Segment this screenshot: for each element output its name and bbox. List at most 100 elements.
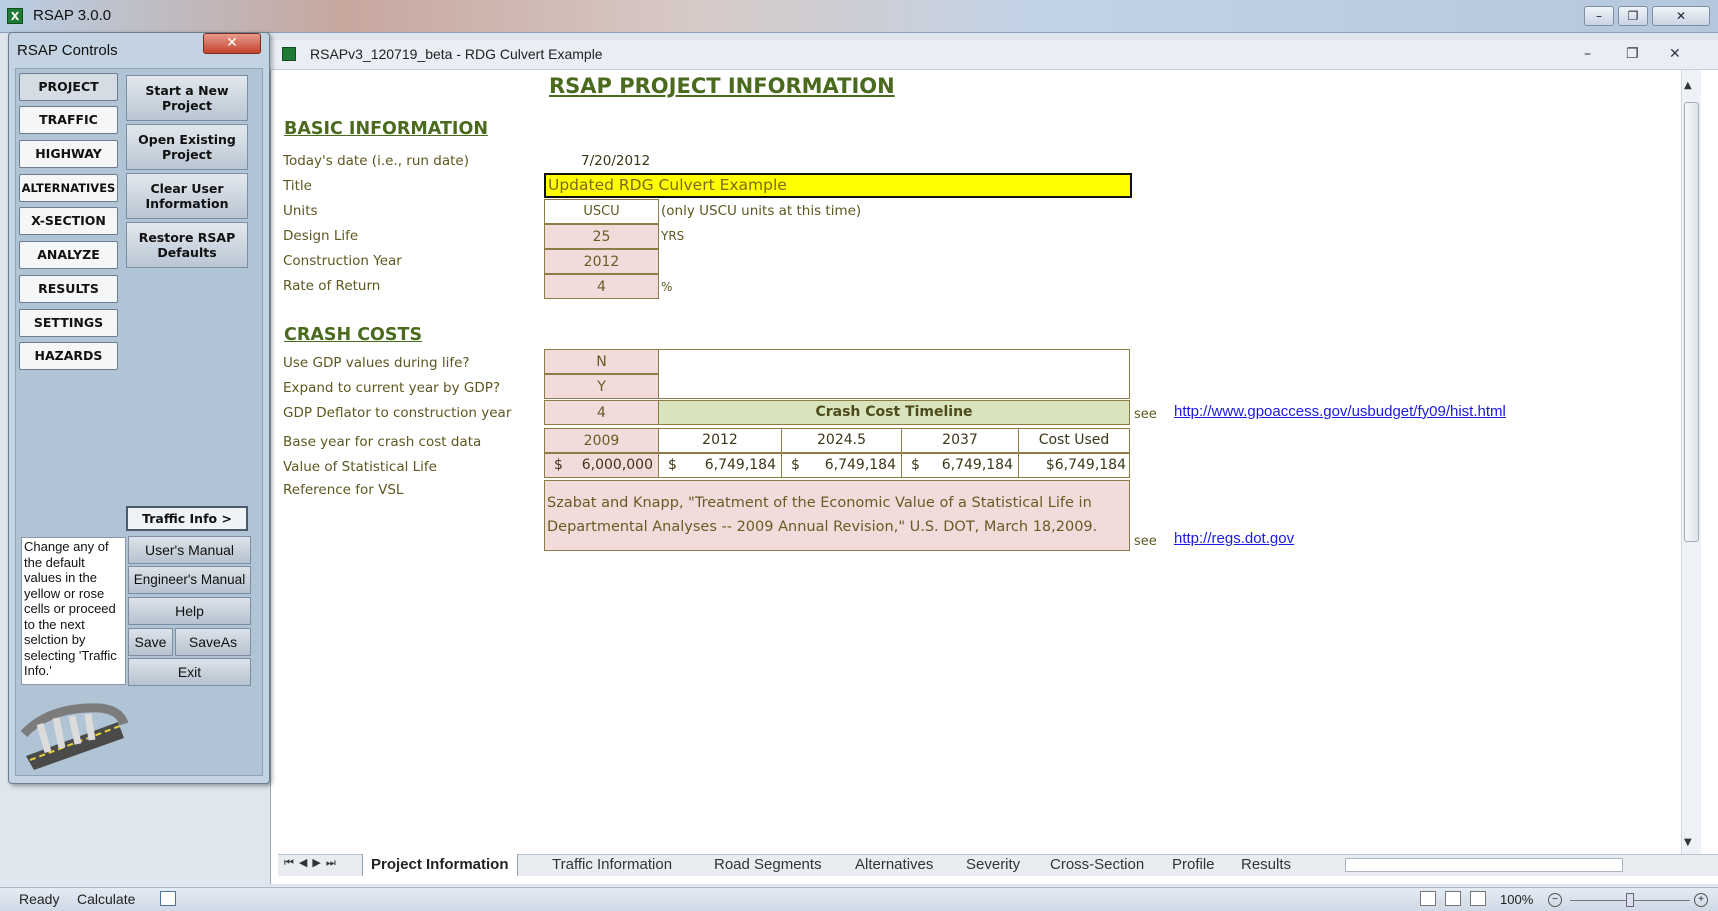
tab-navigation-icons[interactable]: ⏮◀▶⏭ [284,856,341,870]
engineers-manual-button[interactable]: Engineer's Manual [128,566,251,594]
users-manual-button[interactable]: User's Manual [128,536,251,564]
traffic-info-button[interactable]: Traffic Info > [126,506,248,531]
vsl-reference-input[interactable]: Szabat and Knapp, "Treatment of the Econ… [544,480,1130,551]
zoom-level[interactable]: 100% [1500,892,1533,907]
start-new-project-button[interactable]: Start a New Project [126,75,248,121]
workbook-restore-button[interactable]: ❐ [1626,46,1639,62]
vsl-2037-value: 6,749,184 [941,457,1013,473]
tab-results[interactable]: Results [1241,854,1291,876]
workbook-title: RSAPv3_120719_beta - RDG Culvert Example [310,46,603,62]
vsl-2024-cell: $ 6,749,184 [781,453,902,478]
see-label-2: see [1134,534,1157,549]
expand-gdp-label: Expand to current year by GDP? [283,380,501,396]
status-bar: Ready Calculate 100% − + [0,887,1718,911]
design-life-label: Design Life [283,228,359,244]
app-title: RSAP 3.0.0 [33,7,112,24]
blank-box [658,349,1130,399]
date-label: Today's date (i.e., run date) [283,153,469,169]
tab-traffic-information[interactable]: Traffic Information [552,854,672,876]
nav-project[interactable]: PROJECT [19,73,118,101]
year-2012-header: 2012 [658,428,782,453]
gpoaccess-link[interactable]: http://www.gpoaccess.gov/usbudget/fy09/h… [1174,403,1506,420]
tab-project-information[interactable]: Project Information [362,854,518,876]
nav-hazards[interactable]: HAZARDS [19,342,118,370]
see-label-1: see [1134,407,1157,422]
scroll-up-icon[interactable]: ▲ [1684,80,1692,91]
help-button[interactable]: Help [128,597,251,625]
controls-close-button[interactable]: ✕ [203,33,261,54]
crash-costs-heading: CRASH COSTS [284,325,423,345]
macro-record-icon[interactable] [160,891,176,906]
status-ready: Ready [19,891,60,907]
zoom-out-icon[interactable]: − [1548,893,1562,907]
controls-title: RSAP Controls [17,42,118,59]
year-2024-header: 2024.5 [781,428,902,453]
zoom-in-icon[interactable]: + [1694,893,1708,907]
save-button[interactable]: Save [128,628,173,656]
vsl-2037-cell: $ 6,749,184 [901,453,1019,478]
nav-traffic[interactable]: TRAFFIC [19,106,118,134]
normal-view-icon[interactable] [1420,891,1436,906]
clear-user-information-button[interactable]: Clear User Information [126,173,248,219]
vsl-2024-currency: $ [791,457,800,473]
nav-alternatives[interactable]: ALTERNATIVES [19,174,118,202]
vsl-2024-value: 6,749,184 [824,457,896,473]
page-layout-icon[interactable] [1445,891,1461,906]
exit-button[interactable]: Exit [128,658,251,686]
app-restore-button[interactable]: ❐ [1618,6,1648,26]
horizontal-scrollbar[interactable] [1345,858,1623,872]
year-2037-header: 2037 [901,428,1019,453]
date-value[interactable]: 7/20/2012 [581,153,650,169]
nav-results[interactable]: RESULTS [19,275,118,303]
crash-cost-timeline-header: Crash Cost Timeline [658,400,1130,425]
rate-unit: % [661,280,673,294]
scroll-down-icon[interactable]: ▼ [1684,837,1692,848]
gdp-life-input[interactable]: N [544,349,659,374]
workbook-minimize-button[interactable]: – [1584,46,1591,62]
project-title-input[interactable]: Updated RDG Culvert Example [544,173,1132,198]
app-minimize-button[interactable]: – [1584,6,1614,26]
vsl-2012-cell: $ 6,749,184 [658,453,782,478]
base-year-input[interactable]: 2009 [544,428,659,453]
zoom-slider-handle[interactable] [1626,893,1634,907]
nav-settings[interactable]: SETTINGS [19,309,118,337]
vsl-2012-currency: $ [668,457,677,473]
app-close-button[interactable]: ✕ [1652,6,1710,26]
workbook-close-button[interactable]: ✕ [1669,46,1681,62]
page-break-icon[interactable] [1470,891,1486,906]
gdp-deflator-input[interactable]: 4 [544,400,659,425]
units-value[interactable]: USCU [544,199,659,224]
tab-profile[interactable]: Profile [1172,854,1215,876]
tab-cross-section[interactable]: Cross-Section [1050,854,1144,876]
workbook-title-bar: RSAPv3_120719_beta - RDG Culvert Example… [270,40,1718,70]
gdp-life-label: Use GDP values during life? [283,355,470,371]
vsl-base-input[interactable]: $ 6,000,000 [544,453,659,478]
rate-of-return-input[interactable]: 4 [544,274,659,299]
design-life-unit: YRS [661,229,685,243]
expand-gdp-input[interactable]: Y [544,374,659,399]
vsl-2037-currency: $ [911,457,920,473]
construction-year-input[interactable]: 2012 [544,249,659,274]
tab-road-segments[interactable]: Road Segments [714,854,822,876]
nav-x-section[interactable]: X-SECTION [19,207,118,235]
save-as-button[interactable]: SaveAs [175,628,251,656]
base-year-label: Base year for crash cost data [283,434,482,450]
open-existing-project-button[interactable]: Open Existing Project [126,124,248,170]
units-label: Units [283,203,318,219]
basic-info-heading: BASIC INFORMATION [284,119,488,139]
excel-icon: X [7,8,23,24]
regs-dot-gov-link[interactable]: http://regs.dot.gov [1174,530,1294,547]
sheet-title: RSAP PROJECT INFORMATION [549,74,895,98]
vertical-scroll-thumb[interactable] [1684,102,1699,542]
restore-rsap-defaults-button[interactable]: Restore RSAP Defaults [126,222,248,268]
tab-severity[interactable]: Severity [966,854,1020,876]
nav-highway[interactable]: HIGHWAY [19,140,118,168]
vsl-base-currency: $ [554,457,563,473]
app-title-bar: X RSAP 3.0.0 – ❐ ✕ [0,0,1718,33]
design-life-input[interactable]: 25 [544,224,659,249]
tab-alternatives[interactable]: Alternatives [855,854,933,876]
rate-of-return-label: Rate of Return [283,278,381,294]
vsl-label: Value of Statistical Life [283,459,437,475]
nav-analyze[interactable]: ANALYZE [19,241,118,269]
vsl-cost-used-cell: $6,749,184 [1018,453,1130,478]
